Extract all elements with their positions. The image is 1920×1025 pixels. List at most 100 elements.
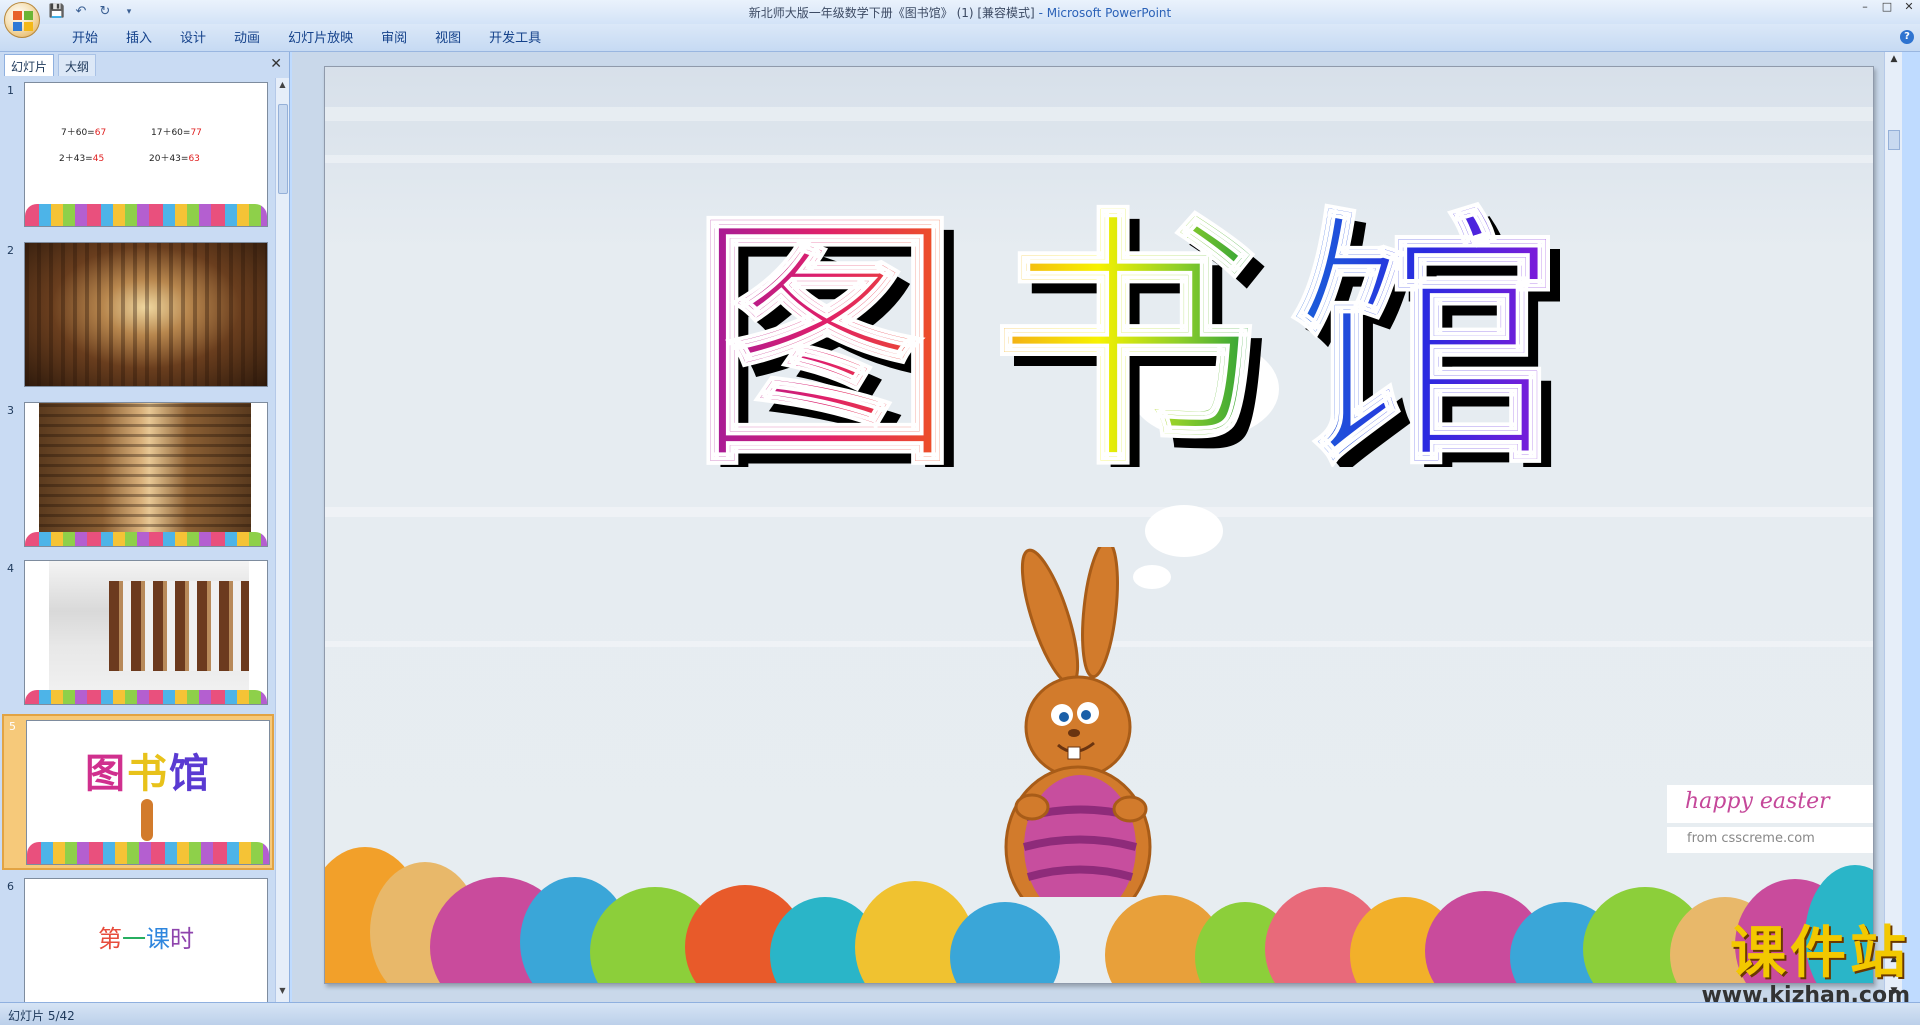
minimize-icon[interactable]: – [1858, 0, 1872, 14]
slide-counter: 幻灯片 5/42 [8, 1009, 75, 1023]
status-bar: 幻灯片 5/42 [0, 1002, 1920, 1025]
equation-expr: 20＋43= [149, 154, 189, 164]
tab-insert[interactable]: 插入 [112, 30, 166, 50]
watermark-title: 课件站 [1730, 921, 1910, 986]
thumbnail-image [24, 242, 268, 387]
background-stripe [325, 107, 1873, 121]
help-icon[interactable]: ? [1900, 30, 1914, 44]
title-char: 馆 [1290, 187, 1560, 467]
slide-number: 2 [7, 244, 14, 257]
window-title: 新北师大版一年级数学下册《图书馆》 (1) [兼容模式] - Microsoft… [0, 4, 1920, 21]
happy-easter-title: happy easter [1667, 785, 1873, 823]
close-icon[interactable]: ✕ [1902, 0, 1916, 14]
equation: 7＋60=67 [61, 125, 106, 138]
scrollbar-thumb[interactable] [278, 104, 288, 194]
eggs-decoration [25, 204, 267, 226]
title-char: 馆 [169, 751, 211, 797]
title-graphic: 图 图 书 书 馆 馆 [688, 184, 1572, 513]
equation-expr: 17＋60= [151, 128, 191, 138]
scroll-down-icon[interactable]: ▼ [276, 986, 289, 1000]
tab-design[interactable]: 设计 [166, 30, 220, 50]
slide-number: 5 [9, 720, 16, 733]
equation: 17＋60=77 [151, 125, 202, 138]
title-char: 课 [146, 925, 170, 953]
slides-pane: 幻灯片 大纲 ✕ 1 7＋60=67 17＋60=77 2＋43=45 20＋4… [0, 52, 290, 1002]
tab-slides[interactable]: 幻灯片 [4, 54, 55, 76]
title-char: 时 [170, 925, 194, 953]
office-button[interactable] [4, 2, 40, 38]
library-photo [25, 243, 267, 386]
app-name: - Microsoft PowerPoint [1038, 6, 1172, 20]
tab-developer[interactable]: 开发工具 [475, 30, 555, 50]
easter-eggs-decoration [325, 837, 1873, 983]
equation: 20＋43=63 [149, 151, 200, 164]
equation-answer: 63 [188, 154, 200, 164]
editor-scrollbar[interactable]: ▲ ▲ ▼ ▼ [1884, 52, 1902, 1002]
library-photo [39, 403, 251, 546]
thumbnail-title: 图书馆 [27, 741, 269, 799]
thumbnail-image: 图书馆 [26, 720, 270, 865]
happy-easter-label: happy easter from csscreme.com [1667, 785, 1873, 857]
tab-slideshow[interactable]: 幻灯片放映 [274, 30, 367, 50]
title-bar: 💾 ↶ ↻ ▾ 新北师大版一年级数学下册《图书馆》 (1) [兼容模式] - M… [0, 0, 1920, 38]
tab-home[interactable]: 开始 [58, 30, 112, 50]
title-char: 书 [990, 187, 1260, 467]
slide-number: 1 [7, 84, 14, 97]
slide-title[interactable]: 图 图 书 书 馆 馆 [675, 184, 1575, 513]
thumbnail-image [24, 402, 268, 547]
scrollbar-thumb[interactable] [1888, 130, 1900, 150]
eggs-decoration [25, 690, 267, 704]
eggs-decoration [25, 532, 267, 546]
background-stripe [325, 507, 1873, 517]
tab-outline[interactable]: 大纲 [58, 54, 97, 76]
equation-expr: 2＋43= [59, 154, 93, 164]
close-icon[interactable]: ✕ [270, 56, 282, 72]
title-char: 书 [127, 751, 169, 797]
tab-view[interactable]: 视图 [421, 30, 475, 50]
eggs-decoration [27, 842, 269, 864]
library-photo [49, 561, 249, 704]
happy-easter-credit: from csscreme.com [1667, 827, 1873, 853]
ribbon-tabs: 开始 插入 设计 动画 幻灯片放映 审阅 视图 开发工具 [58, 30, 555, 50]
background-stripe [325, 155, 1873, 163]
thumbnail-scrollbar[interactable]: ▲ ▼ [275, 78, 289, 1002]
bunny-icon [141, 799, 153, 841]
title-char: 图 [690, 187, 960, 467]
document-title: 新北师大版一年级数学下册《图书馆》 (1) [兼容模式] [748, 6, 1035, 20]
slide-number: 3 [7, 404, 14, 417]
slide-thumbnail-6[interactable]: 6 第一课时 [2, 876, 274, 1002]
scroll-up-icon[interactable]: ▲ [276, 80, 289, 94]
eggs-graphic [325, 847, 1873, 983]
tab-animations[interactable]: 动画 [220, 30, 274, 50]
thumbnail-image [24, 560, 268, 705]
thumbnail-list: 1 7＋60=67 17＋60=77 2＋43=45 20＋43=63 2 3 [2, 78, 274, 1002]
ribbon: 开始 插入 设计 动画 幻灯片放映 审阅 视图 开发工具 ? [0, 24, 1920, 52]
slide-thumbnail-4[interactable]: 4 [2, 558, 274, 708]
slide-thumbnail-1[interactable]: 1 7＋60=67 17＋60=77 2＋43=45 20＋43=63 [2, 80, 274, 230]
slide-number: 6 [7, 880, 14, 893]
thumbnail-title: 第一课时 [25, 919, 267, 954]
pane-tabs: 幻灯片 大纲 ✕ [2, 54, 288, 76]
equation-answer: 67 [94, 128, 107, 138]
scroll-up-icon[interactable]: ▲ [1887, 54, 1901, 68]
tab-review[interactable]: 审阅 [367, 30, 421, 50]
restore-icon[interactable]: □ [1880, 0, 1894, 14]
thumbnail-image: 7＋60=67 17＋60=77 2＋43=45 20＋43=63 [24, 82, 268, 227]
equation-expr: 7＋60= [61, 128, 95, 138]
watermark-logo: 课件站 www.kjzhan.com [1670, 921, 1910, 1009]
slide-editor: 图 图 书 书 馆 馆 happy easter from csscreme.c… [292, 52, 1902, 1002]
title-char: 第 [98, 925, 122, 953]
thumbnail-image: 第一课时 [24, 878, 268, 1002]
slide-thumbnail-2[interactable]: 2 [2, 240, 274, 390]
slide-thumbnail-5[interactable]: 5 图书馆 [2, 714, 274, 870]
office-logo-icon [13, 11, 33, 31]
equation-answer: 77 [190, 128, 202, 138]
title-char: 图 [85, 751, 127, 797]
title-char: 一 [122, 925, 146, 953]
window-controls: – □ ✕ [1858, 0, 1916, 14]
equation-answer: 45 [92, 154, 105, 164]
equation: 2＋43=45 [59, 151, 104, 164]
slide-thumbnail-3[interactable]: 3 [2, 400, 274, 550]
slide-number: 4 [7, 562, 14, 575]
current-slide[interactable]: 图 图 书 书 馆 馆 happy easter from csscreme.c… [324, 66, 1874, 984]
